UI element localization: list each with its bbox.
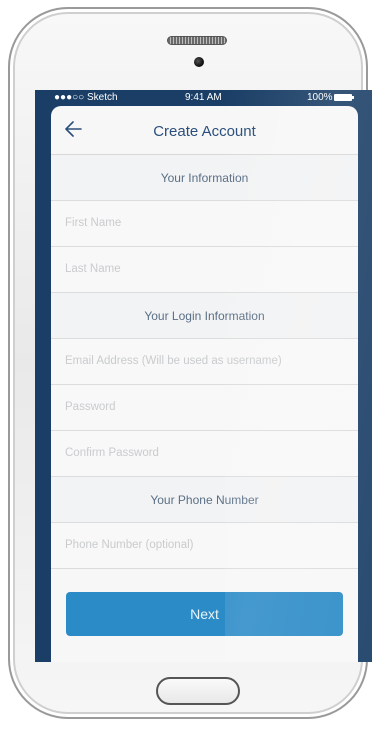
password-field[interactable] bbox=[51, 385, 358, 431]
confirm-password-field[interactable] bbox=[51, 431, 358, 477]
front-camera bbox=[194, 57, 204, 67]
create-account-card: Create Account Your Information Your Log… bbox=[51, 106, 358, 662]
status-battery-percent: 100% bbox=[307, 92, 333, 103]
last-name-input[interactable] bbox=[65, 247, 345, 291]
screen: ●●●○○ Sketch 9:41 AM 100% Create Account… bbox=[35, 90, 372, 662]
first-name-field[interactable] bbox=[51, 201, 358, 247]
status-bar: ●●●○○ Sketch 9:41 AM 100% bbox=[35, 90, 372, 106]
phone-frame: ●●●○○ Sketch 9:41 AM 100% Create Account… bbox=[8, 7, 372, 719]
email-field[interactable] bbox=[51, 339, 358, 385]
email-input[interactable] bbox=[65, 339, 345, 383]
phone-number-field[interactable] bbox=[51, 523, 358, 569]
speaker-grille bbox=[167, 36, 227, 45]
password-input[interactable] bbox=[65, 385, 345, 429]
nav-bar: Create Account bbox=[51, 106, 358, 155]
phone-number-input[interactable] bbox=[65, 523, 345, 567]
status-carrier: ●●●○○ Sketch bbox=[54, 92, 118, 103]
home-button[interactable] bbox=[156, 677, 240, 705]
section-header-login-information: Your Login Information bbox=[51, 293, 358, 339]
page-title: Create Account bbox=[153, 123, 256, 140]
confirm-password-input[interactable] bbox=[65, 431, 345, 475]
next-button[interactable]: Next bbox=[66, 592, 343, 636]
section-header-phone-number: Your Phone Number bbox=[51, 477, 358, 523]
section-header-your-information: Your Information bbox=[51, 155, 358, 201]
first-name-input[interactable] bbox=[65, 201, 345, 245]
status-time: 9:41 AM bbox=[185, 92, 222, 103]
last-name-field[interactable] bbox=[51, 247, 358, 293]
battery-icon bbox=[334, 94, 354, 101]
